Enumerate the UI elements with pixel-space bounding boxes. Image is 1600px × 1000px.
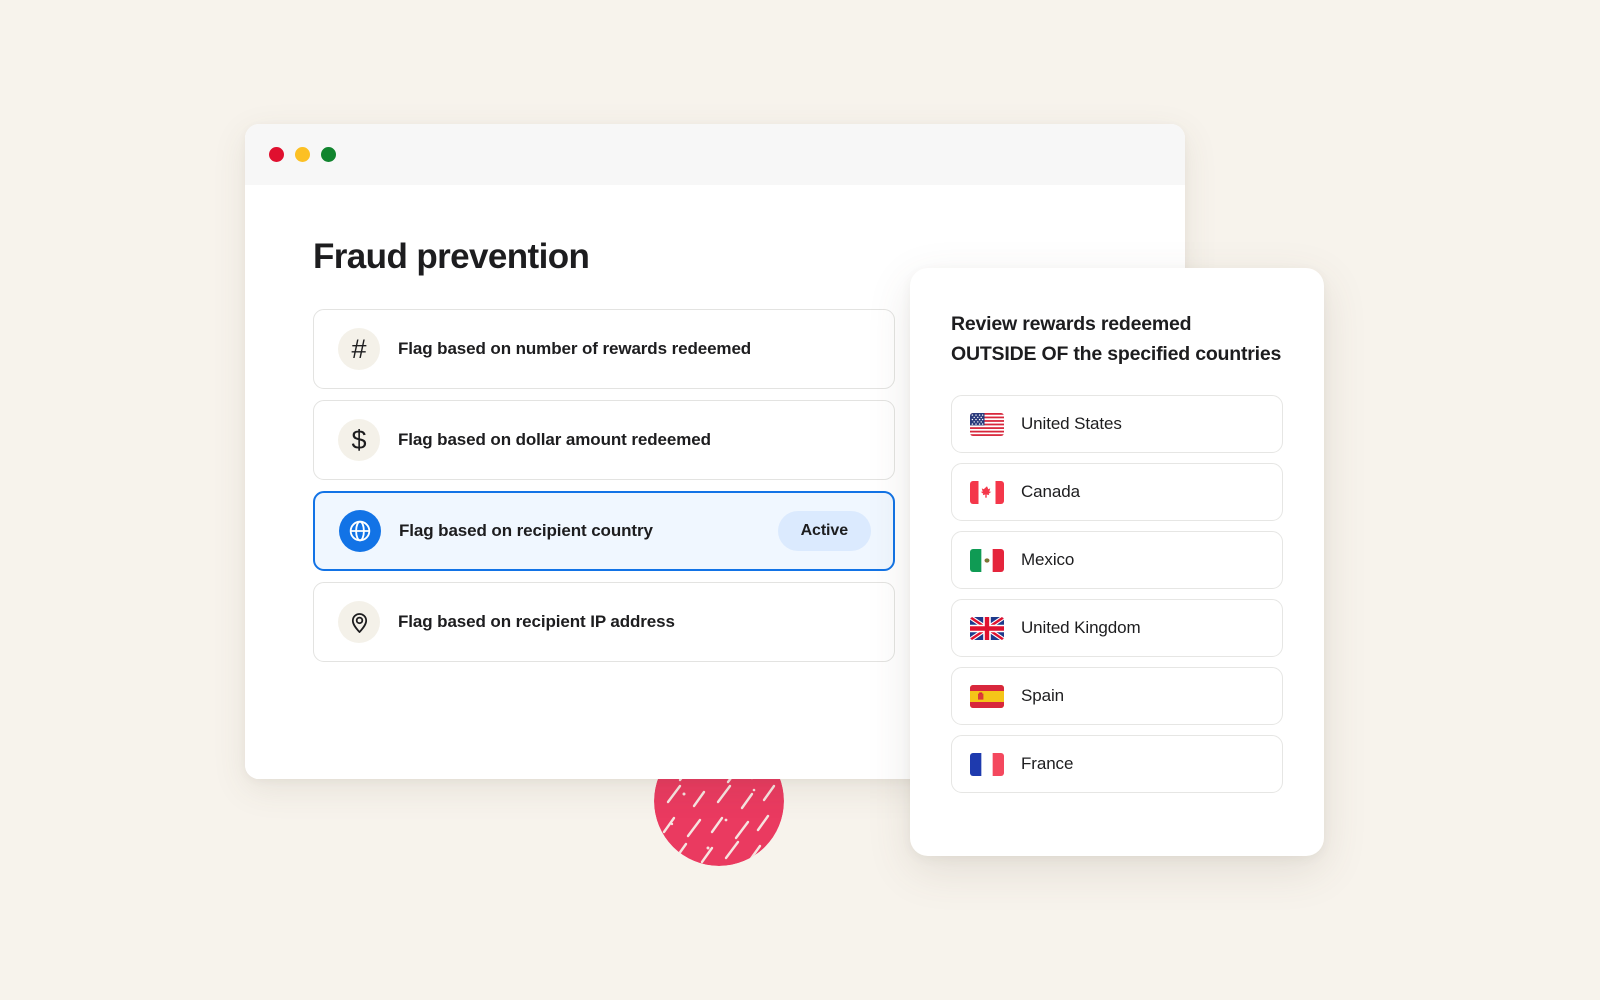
country-name: Spain xyxy=(1021,686,1064,706)
map-pin-icon xyxy=(338,601,380,643)
flag-mexico-icon xyxy=(970,548,1004,572)
country-row-canada[interactable]: Canada xyxy=(951,463,1283,522)
dollar-glyph: $ xyxy=(351,424,367,455)
status-badge: Active xyxy=(777,511,871,551)
country-row-france[interactable]: France xyxy=(951,735,1283,794)
close-dot-icon[interactable] xyxy=(269,147,284,162)
rule-label: Flag based on recipient IP address xyxy=(398,612,675,631)
rule-row-recipient-ip-address[interactable]: Flag based on recipient IP address xyxy=(313,582,895,662)
country-row-mexico[interactable]: Mexico xyxy=(951,531,1283,590)
country-name: France xyxy=(1021,754,1074,774)
flag-france-icon xyxy=(970,752,1004,776)
rule-row-dollar-amount[interactable]: $ Flag based on dollar amount redeemed xyxy=(313,400,895,480)
countries-panel: Review rewards redeemed OUTSIDE OF the s… xyxy=(910,268,1324,856)
rule-label: Flag based on number of rewards redeemed xyxy=(398,339,752,358)
country-name: United States xyxy=(1021,414,1122,434)
countries-list: United States Canada Mexico United Kingd… xyxy=(951,395,1283,794)
country-row-united-states[interactable]: United States xyxy=(951,395,1283,454)
panel-heading: Review rewards redeemed OUTSIDE OF the s… xyxy=(951,310,1283,369)
rule-row-recipient-country[interactable]: Flag based on recipient country Active xyxy=(313,491,895,571)
globe-icon xyxy=(339,510,381,552)
country-name: Canada xyxy=(1021,482,1080,502)
country-row-united-kingdom[interactable]: United Kingdom xyxy=(951,599,1283,658)
minimize-dot-icon[interactable] xyxy=(295,147,310,162)
rule-row-number-of-rewards[interactable]: # Flag based on number of rewards redeem… xyxy=(313,309,895,389)
hash-glyph: # xyxy=(351,333,367,364)
panel-heading-line-2: OUTSIDE OF the specified countries xyxy=(951,342,1282,365)
window-titlebar xyxy=(245,124,1185,185)
rule-label: Flag based on recipient country xyxy=(399,521,653,540)
flag-spain-icon xyxy=(970,684,1004,708)
flag-united-kingdom-icon xyxy=(970,616,1004,640)
country-name: Mexico xyxy=(1021,550,1075,570)
country-row-spain[interactable]: Spain xyxy=(951,667,1283,726)
fraud-rules-list: # Flag based on number of rewards redeem… xyxy=(313,309,895,662)
panel-heading-line-1: Review rewards redeemed xyxy=(951,313,1192,335)
flag-canada-icon xyxy=(970,480,1004,504)
rule-label: Flag based on dollar amount redeemed xyxy=(398,430,711,449)
dollar-icon: $ xyxy=(338,419,380,461)
zoom-dot-icon[interactable] xyxy=(321,147,336,162)
flag-united-states-icon xyxy=(970,412,1004,436)
country-name: United Kingdom xyxy=(1021,618,1141,638)
hash-icon: # xyxy=(338,328,380,370)
